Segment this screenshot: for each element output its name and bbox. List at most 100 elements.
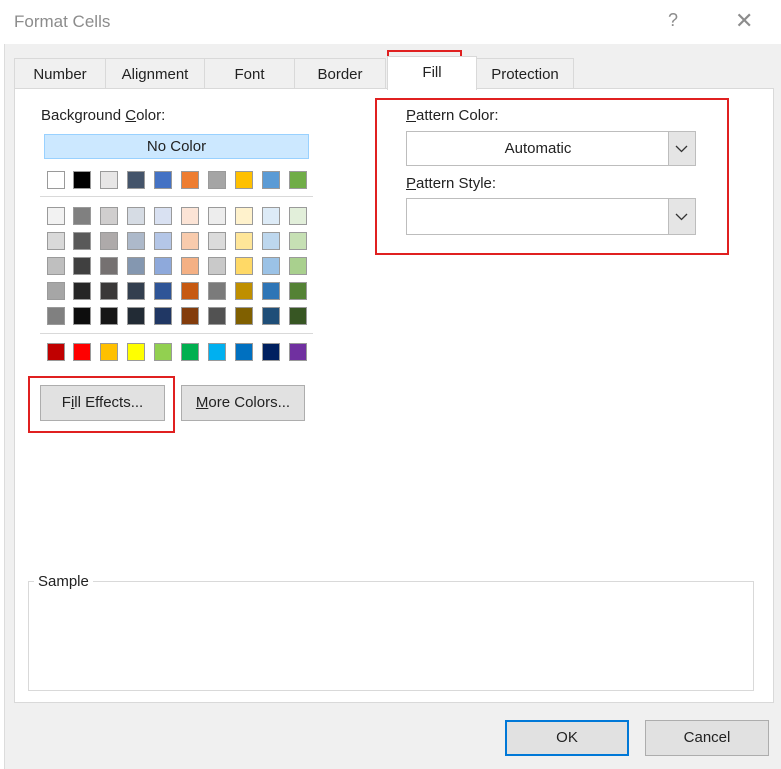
- theme-shade-swatch[interactable]: [181, 257, 199, 275]
- tab-strip: Number Alignment Font Border Fill Protec…: [14, 56, 774, 90]
- tab-border[interactable]: Border: [294, 58, 386, 89]
- pattern-color-value: Automatic: [504, 140, 572, 157]
- theme-shade-swatch[interactable]: [289, 232, 307, 250]
- standard-color-swatch[interactable]: [154, 343, 172, 361]
- theme-shade-swatch[interactable]: [154, 257, 172, 275]
- theme-shade-swatch[interactable]: [235, 207, 253, 225]
- theme-shade-swatch[interactable]: [100, 232, 118, 250]
- sample-preview: [28, 581, 754, 691]
- close-icon[interactable]: ✕: [735, 8, 753, 34]
- theme-shade-swatch[interactable]: [73, 207, 91, 225]
- theme-shade-swatch[interactable]: [289, 282, 307, 300]
- theme-shade-swatch[interactable]: [181, 207, 199, 225]
- more-colors-button[interactable]: More Colors...: [181, 385, 305, 421]
- theme-color-swatch[interactable]: [127, 171, 145, 189]
- theme-color-swatch[interactable]: [181, 171, 199, 189]
- theme-shade-swatch[interactable]: [181, 282, 199, 300]
- no-color-button[interactable]: No Color: [44, 134, 309, 159]
- standard-color-swatch[interactable]: [262, 343, 280, 361]
- theme-shade-swatch[interactable]: [127, 282, 145, 300]
- theme-color-swatch[interactable]: [289, 171, 307, 189]
- theme-shade-swatch[interactable]: [73, 232, 91, 250]
- theme-shade-swatch[interactable]: [47, 282, 65, 300]
- theme-color-swatch[interactable]: [154, 171, 172, 189]
- theme-shade-swatch[interactable]: [154, 282, 172, 300]
- pattern-style-dropdown[interactable]: [406, 198, 696, 235]
- palette-divider: [40, 333, 313, 334]
- theme-shade-swatch[interactable]: [100, 307, 118, 325]
- theme-shade-swatch[interactable]: [127, 207, 145, 225]
- standard-color-swatch[interactable]: [235, 343, 253, 361]
- theme-shade-swatch[interactable]: [73, 307, 91, 325]
- theme-shade-swatch[interactable]: [100, 282, 118, 300]
- theme-shade-swatch[interactable]: [208, 282, 226, 300]
- theme-shade-swatch[interactable]: [127, 307, 145, 325]
- theme-shade-swatch[interactable]: [289, 207, 307, 225]
- standard-color-swatch[interactable]: [100, 343, 118, 361]
- theme-shade-swatch[interactable]: [181, 232, 199, 250]
- chevron-down-icon[interactable]: [668, 132, 695, 165]
- theme-shade-swatch[interactable]: [208, 257, 226, 275]
- theme-shade-swatch[interactable]: [181, 307, 199, 325]
- tab-number[interactable]: Number: [14, 58, 106, 89]
- cancel-button[interactable]: Cancel: [645, 720, 769, 756]
- theme-shade-swatch[interactable]: [47, 207, 65, 225]
- theme-shade-swatch[interactable]: [47, 232, 65, 250]
- window-title: Format Cells: [14, 12, 111, 31]
- fill-effects-button[interactable]: Fill Effects...: [40, 385, 165, 421]
- theme-shade-swatch[interactable]: [262, 232, 280, 250]
- tab-font[interactable]: Font: [204, 58, 295, 89]
- background-color-label: Background Color:: [41, 107, 166, 124]
- theme-shade-swatch[interactable]: [154, 232, 172, 250]
- standard-color-swatch[interactable]: [47, 343, 65, 361]
- theme-shade-swatch[interactable]: [73, 282, 91, 300]
- theme-shade-swatch[interactable]: [127, 232, 145, 250]
- standard-color-swatch[interactable]: [208, 343, 226, 361]
- theme-color-swatch[interactable]: [262, 171, 280, 189]
- theme-shade-swatch[interactable]: [235, 232, 253, 250]
- theme-color-swatch[interactable]: [47, 171, 65, 189]
- theme-shade-swatch[interactable]: [47, 307, 65, 325]
- tab-alignment[interactable]: Alignment: [105, 58, 205, 89]
- tab-protection[interactable]: Protection: [476, 58, 574, 89]
- pattern-color-label: Pattern Color:: [406, 107, 499, 124]
- theme-shade-swatch[interactable]: [208, 207, 226, 225]
- sample-label: Sample: [34, 573, 93, 590]
- theme-color-swatch[interactable]: [208, 171, 226, 189]
- standard-color-swatch[interactable]: [127, 343, 145, 361]
- tab-fill[interactable]: Fill: [387, 56, 477, 90]
- theme-shade-swatch[interactable]: [154, 307, 172, 325]
- palette-divider: [40, 196, 313, 197]
- theme-shade-swatch[interactable]: [208, 232, 226, 250]
- theme-shade-swatch[interactable]: [262, 282, 280, 300]
- theme-shade-swatch[interactable]: [47, 257, 65, 275]
- theme-shade-swatch[interactable]: [262, 257, 280, 275]
- theme-shade-swatch[interactable]: [100, 257, 118, 275]
- standard-color-swatch[interactable]: [73, 343, 91, 361]
- theme-shade-swatch[interactable]: [73, 257, 91, 275]
- theme-shade-swatch[interactable]: [154, 207, 172, 225]
- theme-color-swatch[interactable]: [100, 171, 118, 189]
- theme-shade-swatch[interactable]: [100, 207, 118, 225]
- theme-shade-swatch[interactable]: [262, 307, 280, 325]
- ok-button[interactable]: OK: [505, 720, 629, 756]
- window-edge: [0, 0, 5, 769]
- pattern-style-label: Pattern Style:: [406, 175, 497, 192]
- theme-shade-swatch[interactable]: [289, 307, 307, 325]
- theme-shade-swatch[interactable]: [262, 207, 280, 225]
- theme-shade-swatch[interactable]: [289, 257, 307, 275]
- help-icon[interactable]: ?: [668, 10, 678, 31]
- theme-shade-swatch[interactable]: [235, 257, 253, 275]
- pattern-color-dropdown[interactable]: Automatic: [406, 131, 696, 166]
- title-bar: Format Cells ? ✕: [0, 0, 781, 44]
- standard-color-swatch[interactable]: [181, 343, 199, 361]
- theme-shade-swatch[interactable]: [208, 307, 226, 325]
- theme-color-swatch[interactable]: [235, 171, 253, 189]
- theme-shade-swatch[interactable]: [235, 282, 253, 300]
- format-cells-dialog: Format Cells ? ✕ Number Alignment Font B…: [0, 0, 781, 769]
- theme-shade-swatch[interactable]: [235, 307, 253, 325]
- theme-shade-swatch[interactable]: [127, 257, 145, 275]
- chevron-down-icon[interactable]: [668, 199, 695, 234]
- standard-color-swatch[interactable]: [289, 343, 307, 361]
- theme-color-swatch[interactable]: [73, 171, 91, 189]
